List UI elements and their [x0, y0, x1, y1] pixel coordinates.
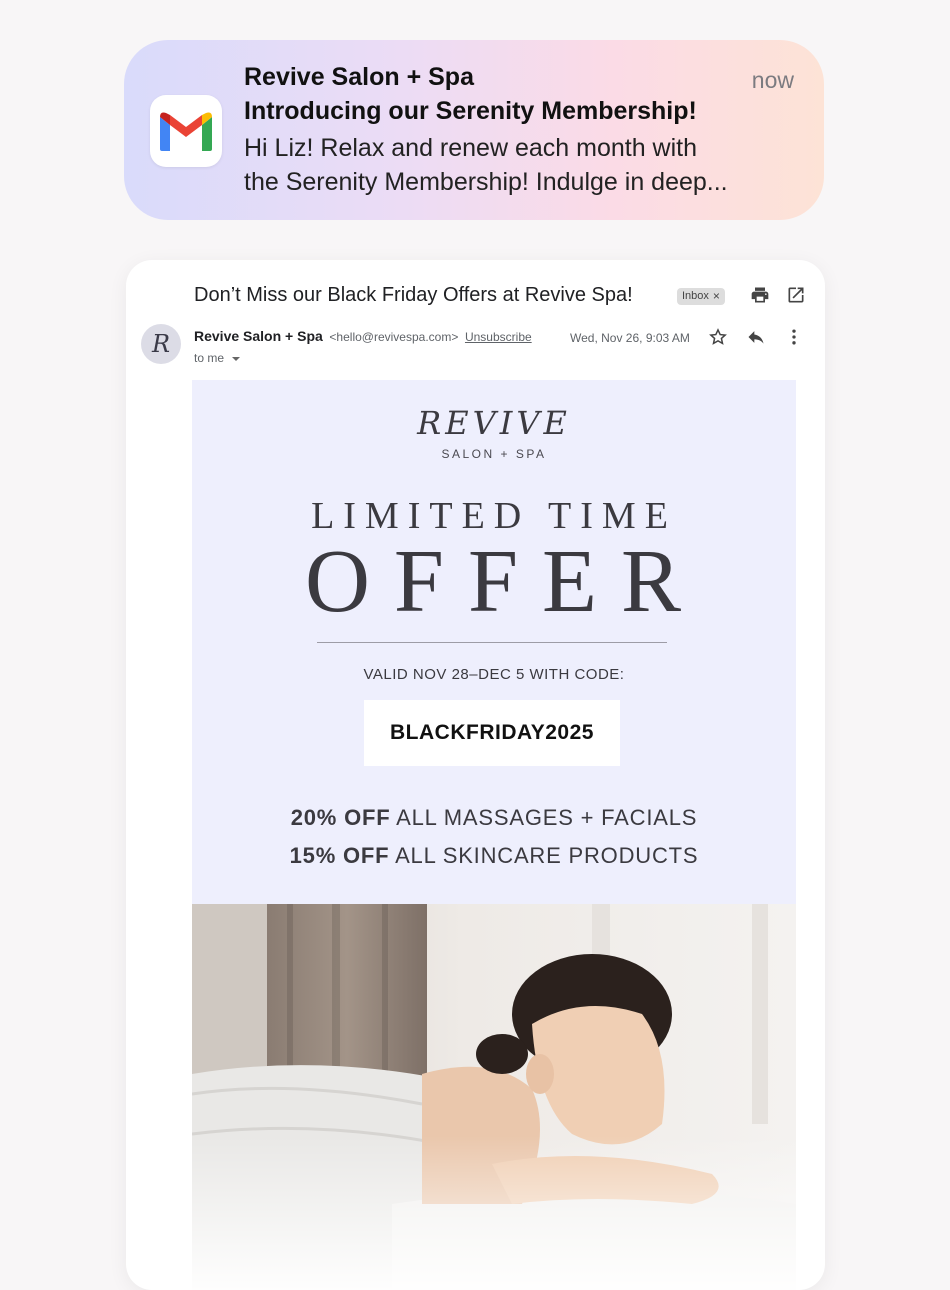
brand-tagline: SALON + SPA — [441, 447, 547, 461]
promo-banner: REVIVE SALON + SPA LIMITED TIME OFFER VA… — [192, 380, 796, 904]
notification-time: now — [751, 67, 794, 93]
print-icon[interactable] — [750, 285, 770, 310]
divider — [317, 642, 667, 643]
notification-preview: Hi Liz! Relax and renew each month with … — [244, 131, 789, 199]
notification-subject: Introducing our Serenity Membership! — [244, 97, 697, 125]
deal-skincare: 15% OFF ALL SKINCARE PRODUCTS — [192, 843, 796, 869]
sender-name[interactable]: Revive Salon + Spa — [194, 328, 323, 344]
unsubscribe-link[interactable]: Unsubscribe — [465, 330, 532, 344]
gmail-icon — [150, 95, 222, 167]
deal-skincare-discount: 15% OFF — [289, 843, 390, 868]
preview-line-2: the Serenity Membership! Indulge in deep… — [244, 168, 728, 196]
more-options-icon[interactable] — [784, 327, 804, 352]
push-notification[interactable]: Revive Salon + Spa Introducing our Seren… — [124, 40, 824, 220]
spa-photo — [192, 904, 796, 1290]
inbox-label[interactable]: Inbox × — [677, 288, 725, 305]
sender-avatar[interactable]: R — [141, 324, 181, 364]
open-in-new-window-icon[interactable] — [786, 285, 806, 310]
deal-skincare-text: ALL SKINCARE PRODUCTS — [389, 843, 699, 868]
remove-label-icon[interactable]: × — [713, 288, 720, 305]
recipient-label: to me — [194, 351, 225, 365]
email-subject: Don’t Miss our Black Friday Offers at Re… — [194, 284, 633, 306]
notification-sender: Revive Salon + Spa — [244, 63, 474, 91]
recipient-details[interactable]: to me — [194, 351, 243, 365]
sender-email: <hello@revivespa.com> — [329, 330, 459, 344]
validity-text: VALID NOV 28–DEC 5 WITH CODE: — [363, 666, 625, 683]
deal-massages: 20% OFF ALL MASSAGES + FACIALS — [192, 805, 796, 831]
deal-massages-discount: 20% OFF — [290, 805, 391, 830]
sender-line: Revive Salon + Spa <hello@revivespa.com>… — [194, 328, 532, 344]
reply-icon[interactable] — [746, 327, 766, 352]
star-icon[interactable] — [708, 327, 728, 352]
deal-massages-text: ALL MASSAGES + FACIALS — [390, 805, 698, 830]
promo-code: BLACKFRIDAY2025 — [364, 700, 620, 766]
preview-line-1: Hi Liz! Relax and renew each month with — [244, 134, 698, 162]
email-date: Wed, Nov 26, 9:03 AM — [570, 331, 690, 345]
chevron-down-icon[interactable] — [229, 354, 243, 364]
email-view: Don’t Miss our Black Friday Offers at Re… — [126, 260, 825, 1290]
brand-logo: REVIVE — [417, 404, 571, 442]
inbox-label-text: Inbox — [682, 290, 709, 302]
headline-offer: OFFER — [304, 532, 706, 631]
